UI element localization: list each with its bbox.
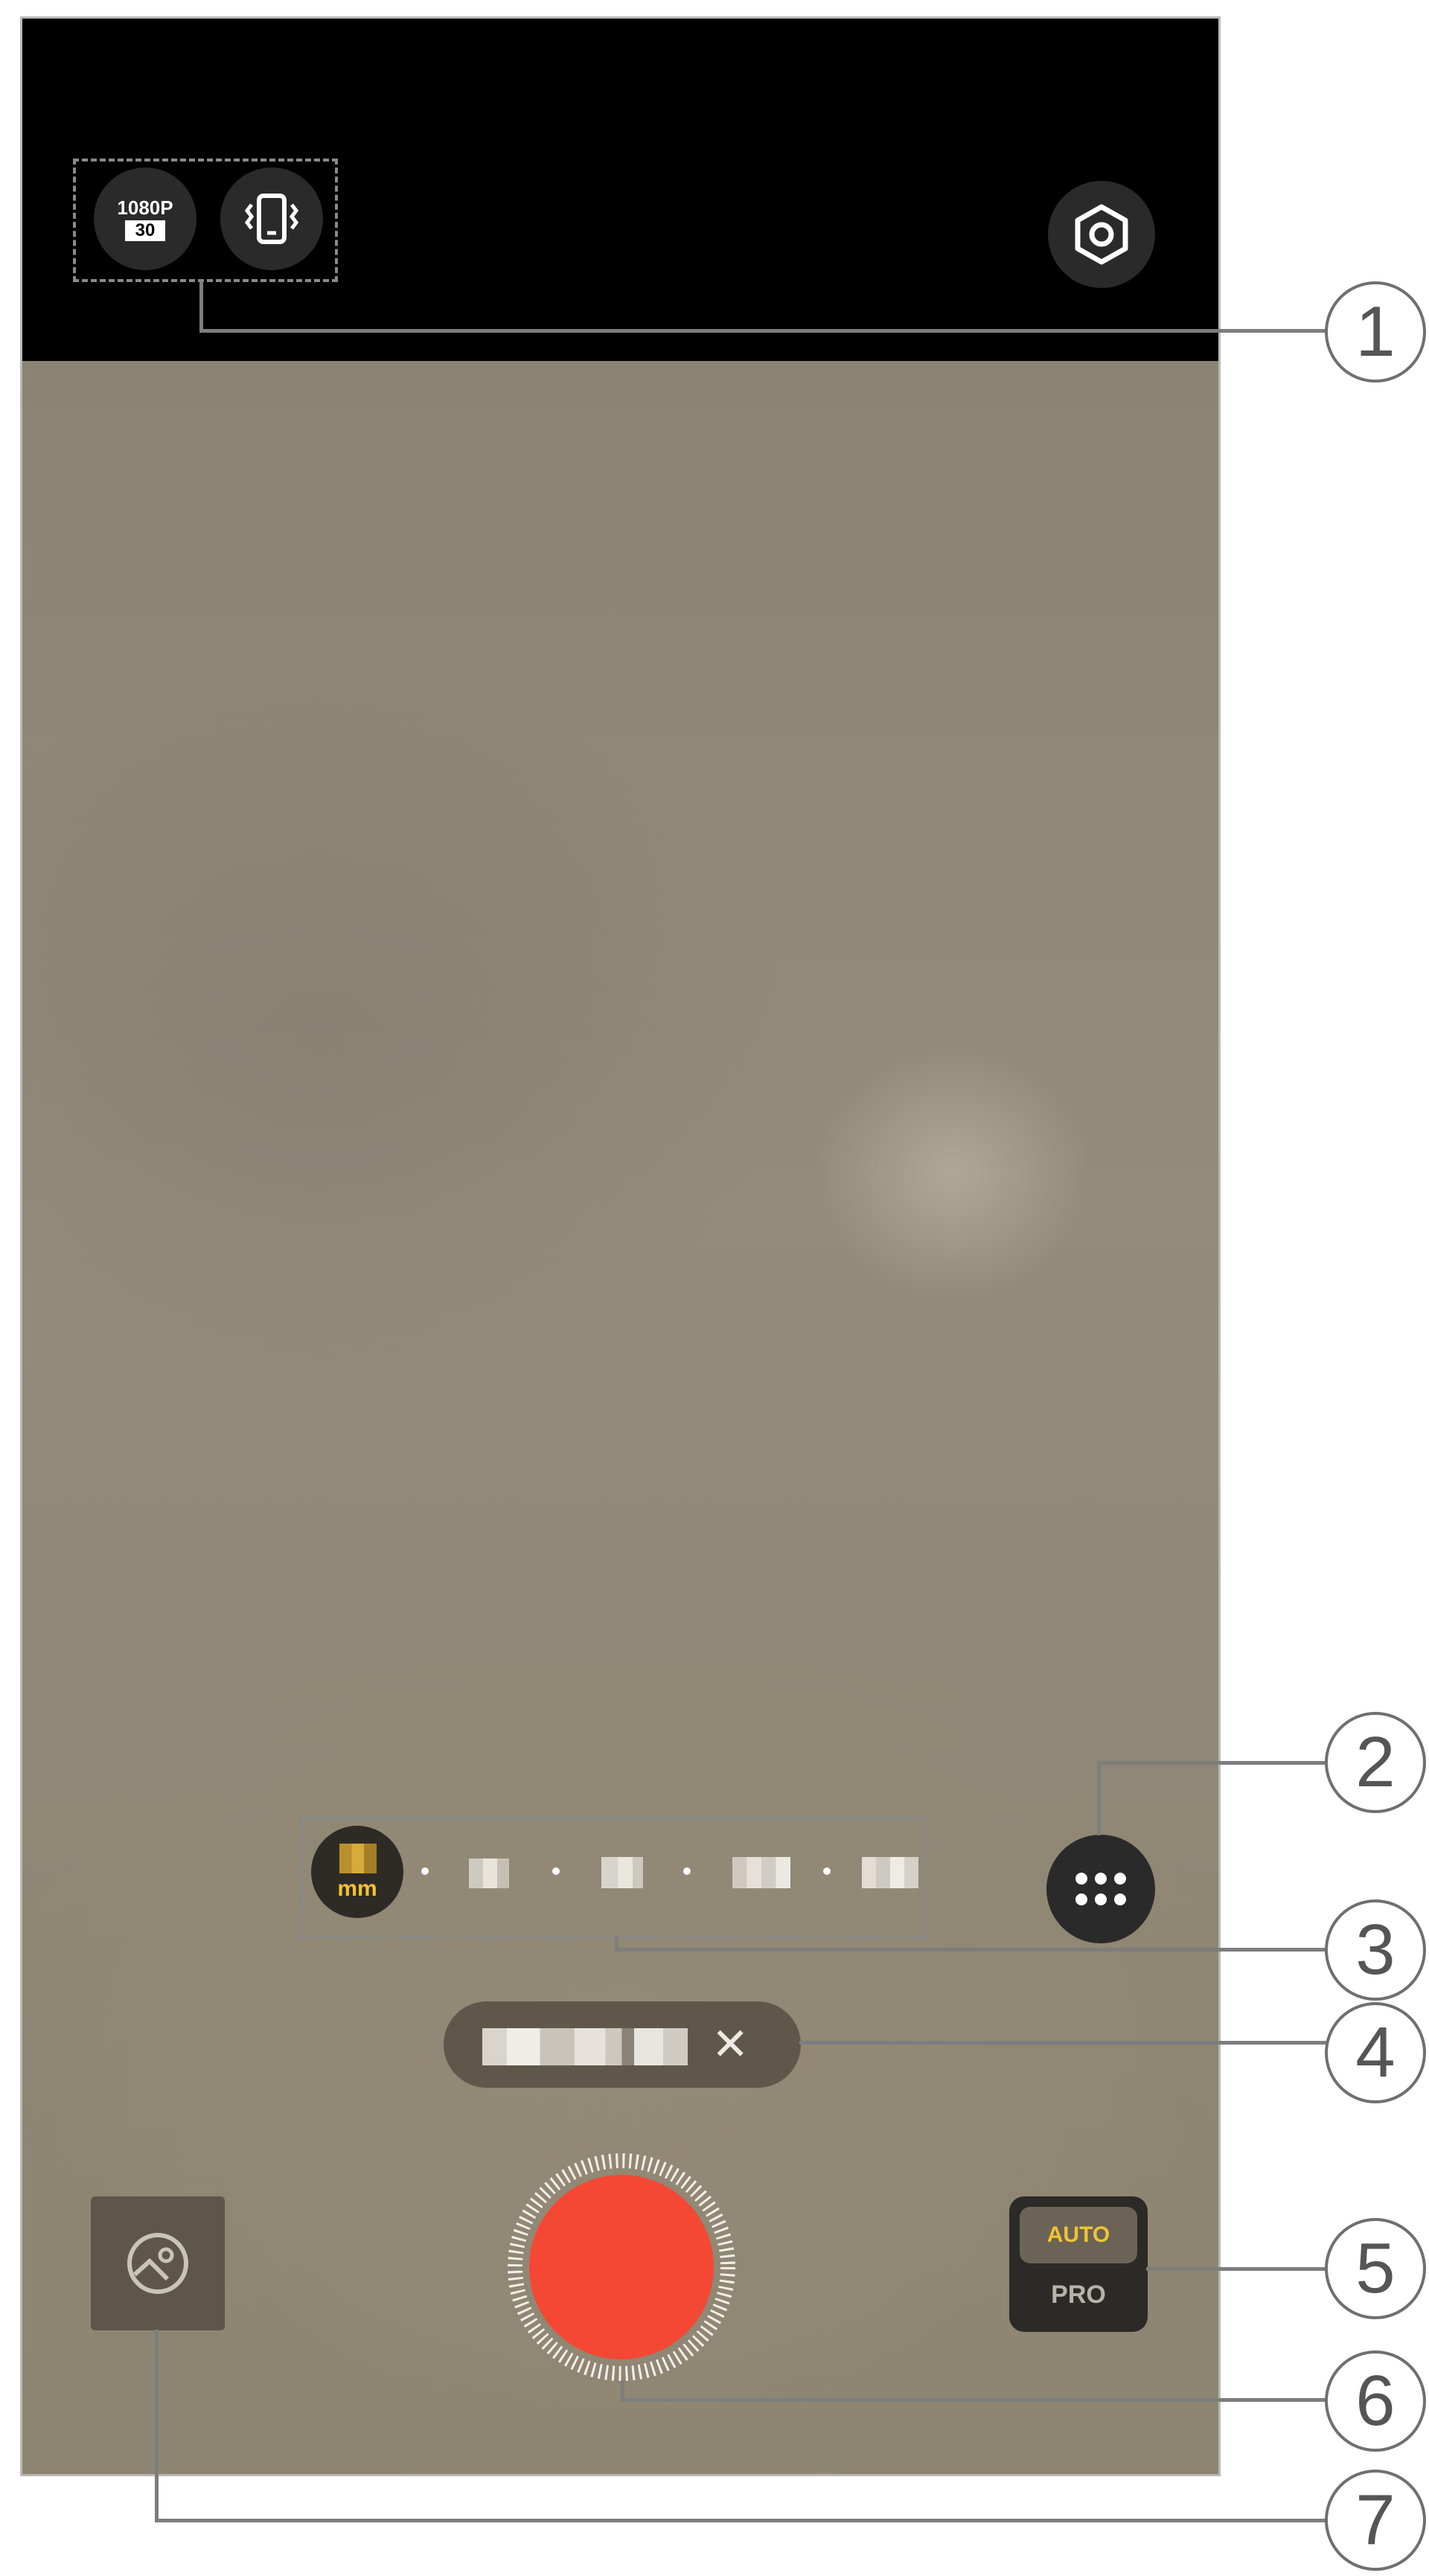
callout-6: 6	[1325, 2350, 1426, 2452]
callout-2: 2	[1325, 1712, 1426, 1813]
lens-option[interactable]	[732, 1857, 790, 1888]
auto-mode-option[interactable]: AUTO	[1020, 2207, 1137, 2263]
close-chip-icon[interactable]: ✕	[712, 2018, 749, 2071]
pro-mode-option[interactable]: PRO	[1020, 2268, 1137, 2321]
leader-line-4	[799, 2041, 1326, 2045]
lens-unit-label: mm	[337, 1876, 377, 1901]
leader-line-6	[621, 2380, 624, 2398]
leader-line-1	[199, 329, 1326, 333]
auto-label: AUTO	[1046, 2222, 1110, 2247]
settings-hexagon-icon	[1075, 204, 1128, 265]
lens-separator-dot	[421, 1867, 429, 1875]
record-button[interactable]	[506, 2152, 737, 2382]
leader-line-1	[199, 281, 203, 330]
fps-label: 30	[124, 220, 166, 241]
leader-line-3	[615, 1948, 1326, 1952]
resolution-fps-icon: 1080P 30	[117, 196, 173, 241]
grid-dots-icon	[1075, 1873, 1126, 1905]
lens-option-active[interactable]: mm	[311, 1826, 403, 1918]
callout-4: 4	[1325, 2002, 1426, 2103]
leader-line-7	[155, 2330, 159, 2520]
auto-pro-switch[interactable]: AUTO PRO	[1009, 2196, 1148, 2332]
leader-line-5	[1146, 2267, 1326, 2271]
lens-separator-dot	[823, 1867, 831, 1875]
vibration-button[interactable]	[220, 167, 323, 270]
lens-option[interactable]	[601, 1857, 643, 1888]
lens-focal-value-pixelated	[339, 1844, 377, 1873]
lens-separator-dot	[552, 1867, 560, 1875]
lens-separator-dot	[683, 1867, 691, 1875]
camera-screen: 1080P 30 mm ✕ AUTO PRO	[20, 16, 1221, 2476]
active-mode-chip[interactable]: ✕	[444, 2001, 801, 2088]
callout-1: 1	[1325, 281, 1426, 383]
callout-7: 7	[1325, 2470, 1426, 2571]
settings-button[interactable]	[1048, 181, 1155, 288]
gallery-image-icon	[127, 2233, 188, 2294]
resolution-fps-button[interactable]: 1080P 30	[94, 167, 196, 270]
more-modes-button[interactable]	[1046, 1835, 1155, 1943]
record-button-ring	[508, 2153, 735, 2381]
leader-line-7	[155, 2519, 1326, 2522]
vibration-phone-icon	[244, 194, 299, 244]
lens-option[interactable]	[862, 1857, 918, 1888]
pro-label: PRO	[1051, 2280, 1106, 2309]
callout-3: 3	[1325, 1899, 1426, 2001]
callout-5: 5	[1325, 2218, 1426, 2319]
gallery-thumbnail[interactable]	[91, 2196, 225, 2330]
active-mode-label-pixelated	[482, 2028, 688, 2065]
resolution-label: 1080P	[117, 196, 173, 219]
leader-line-2	[1097, 1761, 1101, 1835]
leader-line-2	[1097, 1761, 1326, 1765]
leader-line-6	[621, 2398, 1326, 2402]
lens-option[interactable]	[469, 1859, 509, 1888]
